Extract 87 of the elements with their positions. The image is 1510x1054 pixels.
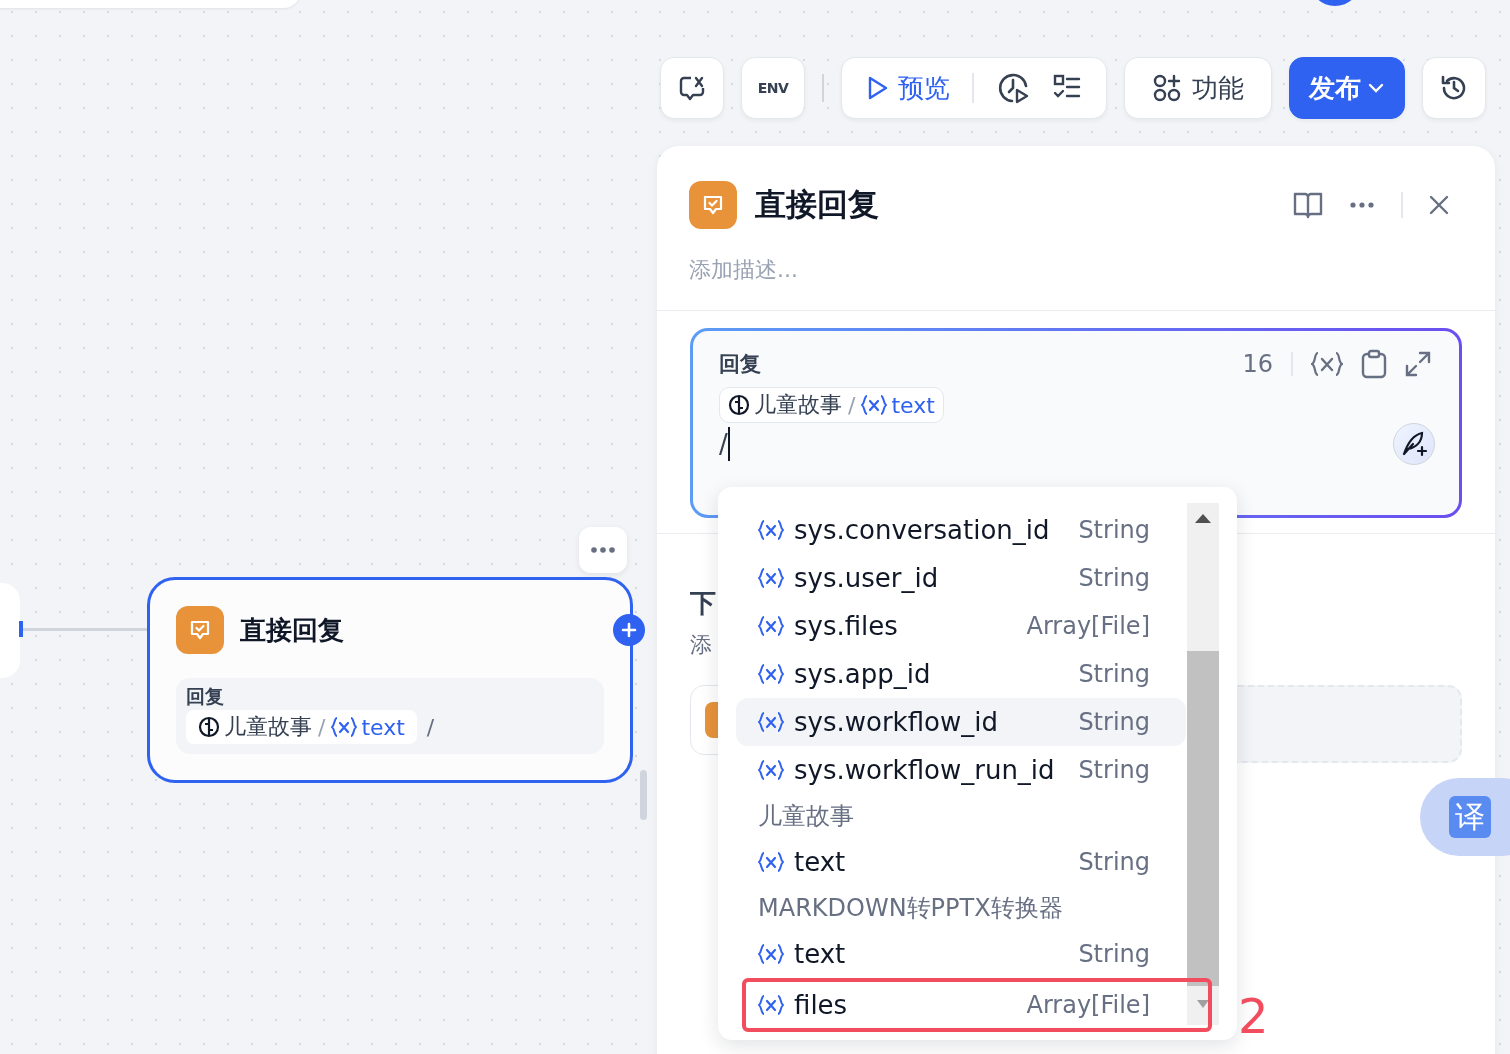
description-field[interactable]: 添加描述... (689, 257, 1089, 282)
variable-icon (758, 994, 784, 1016)
node-name: 儿童故事 (224, 713, 312, 741)
reply-node[interactable]: 直接回复 回复 儿童故事 / text / (147, 577, 633, 783)
section-title: 下 (690, 587, 716, 620)
variable-name: text (361, 714, 405, 740)
character-count: 16 (1242, 350, 1273, 378)
variable-type: String (1078, 848, 1150, 876)
section-hint: 添 (690, 631, 712, 659)
more-icon[interactable] (1349, 201, 1375, 209)
variable-type: String (1078, 708, 1150, 736)
variable-option[interactable]: text String (736, 930, 1186, 978)
more-icon (590, 546, 616, 554)
brain-icon (198, 716, 220, 738)
variable-icon (331, 716, 358, 738)
env-button[interactable]: ENV (741, 57, 805, 119)
variable-type: String (1078, 564, 1150, 592)
variable-type: Array[File] (1026, 991, 1150, 1019)
variable-name: sys.user_id (794, 563, 940, 593)
features-button[interactable]: 功能 (1124, 57, 1272, 119)
path-separator: / (848, 392, 856, 418)
variable-icon (861, 394, 888, 416)
variable-option[interactable]: sys.workflow_id String (736, 698, 1186, 746)
preview-button[interactable]: 预览 (866, 70, 950, 106)
ai-write-icon[interactable] (1393, 423, 1435, 465)
brain-icon (728, 394, 750, 416)
variable-name: sys.workflow_run_id (794, 755, 1056, 785)
variable-type: Array[File] (1026, 612, 1150, 640)
apps-icon (1152, 73, 1182, 103)
scroll-up-icon[interactable] (1194, 513, 1212, 523)
scrollbar-thumb[interactable] (1187, 651, 1219, 986)
field-label: 回复 (186, 684, 224, 709)
variable-name: files (794, 990, 849, 1020)
variable-icon (758, 943, 784, 965)
play-icon (866, 75, 890, 101)
variable-option[interactable]: sys.app_id String (736, 650, 1186, 698)
panel-title: 直接回复 (755, 185, 879, 224)
variable-icon (758, 615, 784, 637)
variable-name: sys.files (794, 611, 899, 641)
clock-play-icon[interactable] (996, 71, 1030, 105)
variable-option[interactable]: sys.files Array[File] (736, 602, 1186, 650)
variable-option[interactable]: files Array[File] (736, 982, 1186, 1028)
publish-button[interactable]: 发布 (1289, 57, 1405, 119)
book-icon[interactable] (1293, 191, 1323, 219)
reply-node-icon (176, 606, 224, 654)
node-title: 直接回复 (240, 613, 344, 647)
text-cursor (727, 427, 730, 461)
annotation-number: 2 (1238, 992, 1269, 1040)
variable-option[interactable]: sys.user_id String (736, 554, 1186, 602)
variable-name: text (794, 847, 847, 877)
variable-name: sys.app_id (794, 659, 932, 689)
reply-node-icon (689, 181, 737, 229)
more-button[interactable] (579, 527, 627, 573)
node-handle[interactable] (19, 621, 23, 637)
variable-inspect-button[interactable] (660, 57, 724, 119)
variable-type: String (1078, 660, 1150, 688)
expand-icon[interactable] (1405, 351, 1431, 377)
typed-text: / (426, 714, 435, 740)
variable-icon (758, 663, 784, 685)
variable-name: sys.conversation_id (794, 515, 1051, 545)
variable-icon (758, 759, 784, 781)
typed-text: / (719, 429, 728, 459)
variable-icon[interactable] (1311, 351, 1343, 377)
variable-option[interactable]: sys.workflow_run_id String (736, 746, 1186, 794)
variable-icon (758, 851, 784, 873)
group-heading: 儿童故事 (757, 801, 855, 832)
scrollbar[interactable] (1187, 503, 1219, 1025)
variable-icon (758, 567, 784, 589)
variable-type: String (1078, 756, 1150, 784)
variable-name: sys.workflow_id (794, 707, 999, 737)
scrollbar[interactable] (640, 770, 647, 820)
variable-option[interactable]: text String (736, 838, 1186, 886)
variable-type: String (1078, 940, 1150, 968)
path-separator: / (318, 714, 326, 740)
node-name: 儿童故事 (754, 391, 842, 419)
field-label: 回复 (719, 351, 761, 378)
history-button[interactable] (1422, 57, 1486, 119)
variable-type: String (1078, 516, 1150, 544)
variable-name: text (794, 939, 847, 969)
variable-icon (758, 711, 784, 733)
variable-icon (758, 519, 784, 541)
variable-name: text (891, 392, 935, 418)
group-heading: MARKDOWN转PPTX转换器 (757, 893, 1064, 924)
scroll-down-icon[interactable] (1196, 1000, 1210, 1008)
close-icon[interactable] (1429, 195, 1449, 215)
add-node-icon[interactable] (613, 614, 645, 646)
clipboard-icon[interactable] (1361, 349, 1387, 379)
